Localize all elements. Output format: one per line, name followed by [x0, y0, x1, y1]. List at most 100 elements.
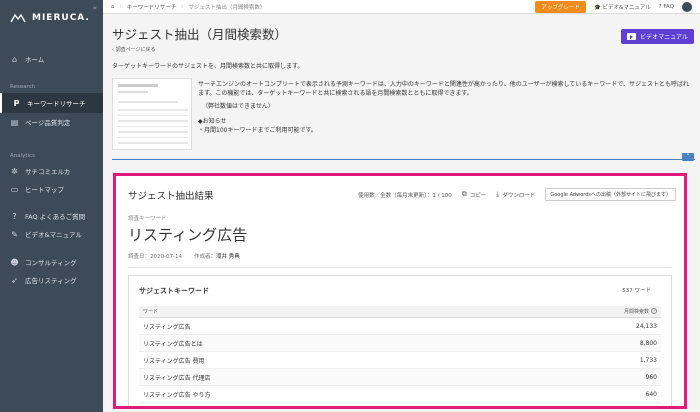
page-quality-icon: ▤ [10, 117, 19, 127]
intro-thumbnail [112, 78, 192, 150]
author-label: 作成者： [193, 254, 216, 260]
suggest-table: ワード 月間検索数? リスティング広告 24,133 リスティング広告とは 8,… [139, 306, 661, 403]
section-divider [112, 159, 695, 160]
row-volume: 640 [645, 390, 657, 398]
chevron-right-icon: › [181, 3, 184, 10]
date-label: 調査日： [128, 254, 151, 260]
home-icon: ⌂ [11, 54, 18, 64]
monitor-icon: ▭ [10, 184, 19, 194]
graduation-cap-icon: 🎓 [593, 4, 601, 11]
copy-label: コピー [469, 192, 487, 199]
page-title: サジェスト抽出（月間検索数） [112, 27, 288, 42]
suggest-table-card: サジェストキーワード 537 ワード ワード 月間検索数? リスティング広告 2… [128, 275, 672, 406]
sidebar-item-heatmap[interactable]: ▭ ヒートマップ [0, 180, 103, 198]
research-keyword: リスティング広告 [128, 226, 248, 244]
faq-label: FAQ [663, 3, 674, 10]
collapse-sidebar-button[interactable]: « [93, 4, 97, 12]
download-label: ダウンロード [502, 192, 536, 199]
sidebar-item-label: サチコミエルカ [25, 168, 71, 176]
col-volume[interactable]: 月間検索数? [624, 308, 657, 315]
home-crumb-icon[interactable]: ⌂ [111, 4, 115, 10]
table-row: リスティング広告 24,133 [139, 318, 661, 335]
download-icon: ⤓ [496, 190, 500, 198]
notice-body: ・月間100キーワードまでご利用可能です。 [198, 127, 317, 134]
back-link[interactable]: ‹ 調査ページに戻る [112, 46, 156, 53]
row-word: リスティング広告 代理店 [143, 374, 211, 382]
copy-icon: ⧉ [461, 190, 467, 198]
topbar: ⌂ › キーワードリサーチ › サジェスト抽出（月間検索数） アップグレード 🎓… [103, 0, 700, 14]
section-research: Research [10, 84, 36, 90]
video-button-label: ビデオマニュアル [640, 34, 688, 41]
pencil-icon: ✎ [11, 229, 18, 239]
sidebar-item-label: ホーム [25, 56, 45, 64]
result-title: サジェスト抽出結果 [128, 191, 214, 202]
sidebar-item-label: FAQ よくあるご質問 [25, 213, 86, 221]
table-row: リスティング広告 やり方 640 [139, 386, 661, 403]
sidebar-item-faq[interactable]: ? FAQ よくあるご質問 [0, 207, 103, 225]
table-header: ワード 月間検索数? [139, 306, 661, 318]
research-date: 2020-07-14 [150, 254, 182, 260]
row-volume: 1,733 [639, 356, 657, 364]
col-volume-label: 月間検索数 [623, 309, 649, 315]
sidebar-item-label: ヒートマップ [25, 186, 64, 194]
sidebar-item-label: ページ品質判定 [25, 119, 71, 127]
intro-note: （弊社数値はできません） [202, 103, 274, 110]
result-panel: サジェスト抽出結果 使用数／全数（毎月末更新）：1 / 100 ⧉ コピー ⤓ ダウ… [113, 173, 687, 409]
word-count: 537 ワード [622, 288, 651, 294]
download-button[interactable]: ⤓ ダウンロード [496, 190, 535, 199]
sidebar-item-label: キーワードリサーチ [27, 100, 86, 108]
usage-text: 使用数／全数（毎月末更新）：1 / 100 [358, 192, 452, 199]
notice-heading: ◆お知らせ [198, 118, 227, 125]
logo-text: MIERUCA. [32, 13, 90, 23]
divider [128, 267, 672, 268]
page-description: ターゲットキーワードのサジェストを、月間検索数と共に取得します。 [112, 63, 304, 70]
logo-mark-icon [10, 13, 26, 23]
logo[interactable]: MIERUCA. [0, 0, 103, 36]
result-toolbar: 使用数／全数（毎月末更新）：1 / 100 ⧉ コピー ⤓ ダウンロード Googl… [358, 188, 676, 201]
faq-link[interactable]: ? FAQ [659, 4, 674, 10]
table-row: リスティング広告 費用 1,733 [139, 352, 661, 369]
keyword-label: 調査キーワード [128, 216, 167, 222]
table-row: リスティング広告とは 8,800 [139, 335, 661, 352]
breadcrumb-keyword-research[interactable]: キーワードリサーチ [127, 3, 177, 11]
row-volume: 24,133 [636, 322, 657, 330]
row-volume: 960 [645, 373, 657, 381]
avatar[interactable] [682, 1, 692, 12]
sidebar-item-listing-ads[interactable]: ➶ 広告リスティング [0, 271, 103, 289]
row-volume: 8,800 [639, 339, 657, 347]
sidebar-item-label: 広告リスティング [25, 277, 77, 285]
question-icon: ? [658, 3, 662, 10]
video-manual-link[interactable]: 🎓 ビデオ&マニュアル [594, 3, 651, 11]
upgrade-button[interactable]: アップグレード [535, 0, 586, 13]
sidebar-item-consulting[interactable]: ☻ コンサルティング [0, 253, 103, 271]
sidebar-item-keyword-research[interactable]: P キーワードリサーチ [0, 93, 103, 113]
row-word: リスティング広告 やり方 [143, 391, 211, 399]
video-manual-button[interactable]: ビデオマニュアル [621, 29, 694, 44]
collapse-up-button[interactable]: ⌃ [682, 153, 694, 161]
table-title: サジェストキーワード [139, 287, 209, 295]
intro-text: サーチエンジンのオートコンプリートで表示される予測キーワードは、入力中のキーワー… [198, 81, 690, 97]
youtube-icon [627, 33, 637, 40]
keyword-icon: P [13, 98, 20, 108]
breadcrumb: ⌂ › キーワードリサーチ › サジェスト抽出（月間検索数） [111, 3, 265, 11]
author-name: 滝井 秀典 [216, 254, 240, 260]
result-meta: 調査日：2020-07-14 作成者：滝井 秀典 [128, 252, 240, 260]
users-icon: ☻ [10, 257, 19, 267]
row-word: リスティング広告 費用 [143, 357, 205, 365]
help-icon[interactable]: ? [651, 308, 657, 314]
sidebar-item-video-manual[interactable]: ✎ ビデオ&マニュアル [0, 225, 103, 243]
sidebar-item-page-quality[interactable]: ▤ ページ品質判定 [0, 113, 103, 131]
sidebar-item-sachiko[interactable]: ✲ サチコミエルカ [0, 162, 103, 180]
sidebar: « MIERUCA. ⌂ ホーム Research P キーワードリサーチ ▤ … [0, 0, 103, 412]
col-word[interactable]: ワード [143, 308, 158, 315]
gear-icon: ✲ [11, 166, 18, 176]
copy-button[interactable]: ⧉ コピー [462, 190, 487, 199]
section-analytics: Analytics [10, 153, 35, 159]
sidebar-item-label: ビデオ&マニュアル [25, 231, 82, 239]
sidebar-item-label: コンサルティング [25, 259, 77, 267]
sidebar-item-home[interactable]: ⌂ ホーム [0, 50, 103, 68]
row-word: リスティング広告 [143, 323, 191, 331]
adwords-button[interactable]: Google Adwordsへの出稿（外部サイトに飛びます） [545, 188, 676, 201]
rocket-icon: ➶ [11, 275, 18, 285]
breadcrumb-current: サジェスト抽出（月間検索数） [188, 4, 266, 11]
